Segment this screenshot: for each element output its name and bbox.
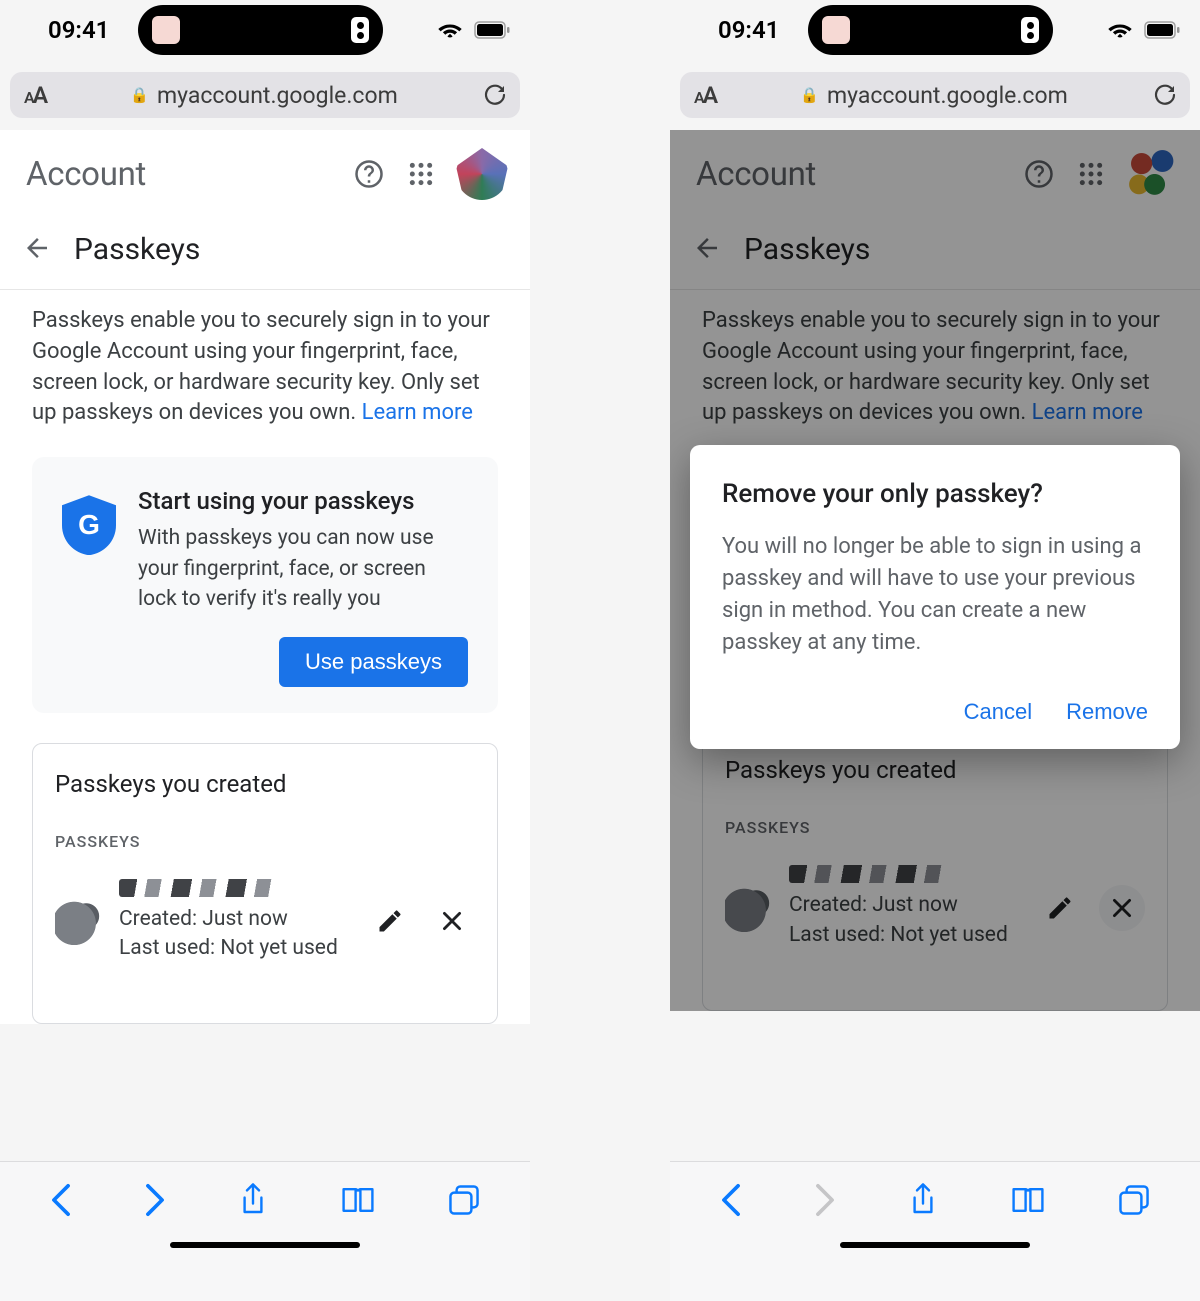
- passkey-device-icon: [725, 884, 773, 932]
- bookmarks-icon[interactable]: [1010, 1185, 1046, 1219]
- island-indicator-icon: [351, 17, 369, 43]
- apps-grid-icon[interactable]: [1074, 157, 1108, 191]
- app-header: Account: [670, 130, 1200, 210]
- apps-grid-icon[interactable]: [404, 157, 438, 191]
- page-subheader: Passkeys: [670, 210, 1200, 290]
- nav-back-icon[interactable]: [50, 1183, 72, 1221]
- promo-title: Start using your passkeys: [138, 487, 468, 515]
- avatar[interactable]: [456, 148, 508, 200]
- status-bar: 09:41: [670, 0, 1200, 60]
- share-icon[interactable]: [238, 1182, 268, 1222]
- island-app-icon: [822, 16, 850, 44]
- passkey-last-used: Last used: Not yet used: [789, 921, 1021, 950]
- safari-toolbar: [0, 1161, 530, 1301]
- dynamic-island: [138, 5, 383, 55]
- wifi-icon: [438, 21, 462, 39]
- remove-button[interactable]: Remove: [1066, 699, 1148, 725]
- home-indicator: [840, 1242, 1030, 1248]
- list-section-label: PASSKEYS: [55, 832, 475, 851]
- passkey-created: Created: Just now: [119, 905, 351, 934]
- browser-url-bar[interactable]: AA 🔒 myaccount.google.com: [680, 72, 1190, 118]
- wifi-icon: [1108, 21, 1132, 39]
- text-size-icon[interactable]: AA: [694, 82, 716, 109]
- account-title: Account: [696, 155, 1004, 194]
- passkey-created: Created: Just now: [789, 891, 1021, 920]
- cancel-button[interactable]: Cancel: [964, 699, 1032, 725]
- passkey-row: Created: Just now Last used: Not yet use…: [55, 879, 475, 964]
- island-indicator-icon: [1021, 17, 1039, 43]
- use-passkeys-button[interactable]: Use passkeys: [279, 637, 468, 687]
- delete-passkey-icon[interactable]: [1099, 885, 1145, 931]
- status-time: 09:41: [48, 16, 128, 44]
- share-icon[interactable]: [908, 1182, 938, 1222]
- help-icon[interactable]: [352, 157, 386, 191]
- browser-url-bar[interactable]: AA 🔒 myaccount.google.com: [10, 72, 520, 118]
- url-text[interactable]: 🔒 myaccount.google.com: [46, 82, 482, 109]
- promo-card: G Start using your passkeys With passkey…: [32, 457, 498, 712]
- nav-forward-icon: [814, 1183, 836, 1221]
- list-section-label: PASSKEYS: [725, 818, 1145, 837]
- learn-more-link[interactable]: Learn more: [1032, 400, 1143, 425]
- learn-more-link[interactable]: Learn more: [362, 400, 473, 425]
- remove-passkey-dialog: Remove your only passkey? You will no lo…: [690, 445, 1180, 749]
- phone-left: 09:41 AA 🔒 myaccount.google.com Account: [0, 0, 530, 1301]
- page-title: Passkeys: [744, 232, 870, 267]
- passkeys-list-card: Passkeys you created PASSKEYS Created: J…: [702, 729, 1168, 1011]
- app-header: Account: [0, 130, 530, 210]
- passkey-name-redacted: [789, 865, 949, 883]
- page-title: Passkeys: [74, 232, 200, 267]
- avatar[interactable]: [1126, 148, 1178, 200]
- delete-passkey-icon[interactable]: [429, 898, 475, 944]
- dialog-body: You will no longer be able to sign in us…: [722, 531, 1148, 659]
- back-arrow-icon[interactable]: [692, 233, 722, 267]
- dialog-title: Remove your only passkey?: [722, 479, 1148, 509]
- island-app-icon: [152, 16, 180, 44]
- url-host: myaccount.google.com: [827, 82, 1068, 109]
- passkeys-list-card: Passkeys you created PASSKEYS Created: J…: [32, 743, 498, 1025]
- back-arrow-icon[interactable]: [22, 233, 52, 267]
- url-host: myaccount.google.com: [157, 82, 398, 109]
- reload-icon[interactable]: [482, 83, 506, 107]
- page-content: Account Passkeys Passkeys enable you to …: [0, 130, 530, 1024]
- nav-back-icon[interactable]: [720, 1183, 742, 1221]
- intro-text: Passkeys enable you to securely sign in …: [702, 306, 1168, 429]
- passkey-name-redacted: [119, 879, 279, 897]
- help-icon[interactable]: [1022, 157, 1056, 191]
- promo-body: With passkeys you can now use your finge…: [138, 523, 468, 614]
- tabs-icon[interactable]: [1118, 1184, 1150, 1220]
- text-size-icon[interactable]: AA: [24, 82, 46, 109]
- passkey-row: Created: Just now Last used: Not yet use…: [725, 865, 1145, 950]
- intro-text: Passkeys enable you to securely sign in …: [32, 306, 498, 429]
- shield-icon: G: [62, 495, 116, 555]
- account-title: Account: [26, 155, 334, 194]
- battery-icon: [474, 21, 510, 39]
- url-text[interactable]: 🔒 myaccount.google.com: [716, 82, 1152, 109]
- intro-body: Passkeys enable you to securely sign in …: [702, 308, 1160, 425]
- page-subheader: Passkeys: [0, 210, 530, 290]
- battery-icon: [1144, 21, 1180, 39]
- reload-icon[interactable]: [1152, 83, 1176, 107]
- safari-toolbar: [670, 1161, 1200, 1301]
- list-title: Passkeys you created: [725, 756, 1145, 784]
- lock-icon: 🔒: [800, 86, 819, 104]
- tabs-icon[interactable]: [448, 1184, 480, 1220]
- edit-passkey-icon[interactable]: [1037, 885, 1083, 931]
- bookmarks-icon[interactable]: [340, 1185, 376, 1219]
- status-bar: 09:41: [0, 0, 530, 60]
- passkey-last-used: Last used: Not yet used: [119, 934, 351, 963]
- passkey-device-icon: [55, 897, 103, 945]
- status-time: 09:41: [718, 16, 798, 44]
- nav-forward-icon[interactable]: [144, 1183, 166, 1221]
- phone-right: 09:41 AA 🔒 myaccount.google.com Account: [670, 0, 1200, 1301]
- edit-passkey-icon[interactable]: [367, 898, 413, 944]
- list-title: Passkeys you created: [55, 770, 475, 798]
- lock-icon: 🔒: [130, 86, 149, 104]
- dynamic-island: [808, 5, 1053, 55]
- home-indicator: [170, 1242, 360, 1248]
